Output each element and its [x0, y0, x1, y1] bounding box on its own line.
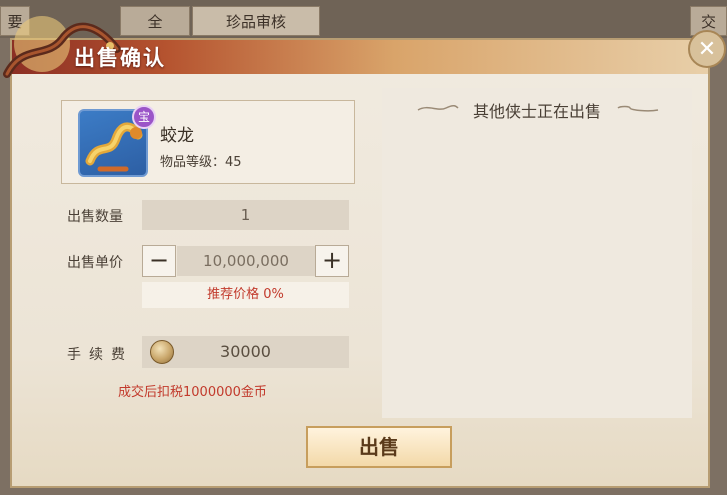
treasure-badge: 宝 — [132, 105, 156, 129]
ornament-right-icon — [617, 105, 659, 112]
recommended-price: 推荐价格 0% — [142, 282, 349, 308]
tax-note: 成交后扣税1000000金币 — [118, 385, 267, 400]
quantity-label: 出售数量 — [67, 209, 123, 225]
price-label: 出售单价 — [67, 255, 123, 271]
fee-label: 手续费 — [67, 347, 133, 363]
price-increase-button[interactable]: + — [315, 245, 349, 277]
price-field[interactable]: 10,000,000 — [177, 246, 315, 276]
sell-confirm-dialog: 出售确认 ✕ 宝 蛟龙 物品等级：45 出售数量 1 出售单价 − 10,000… — [3, 16, 726, 488]
other-sellers-panel: 其他侠士正在出售 — [382, 88, 692, 418]
item-card: 宝 蛟龙 物品等级：45 — [61, 100, 355, 184]
dialog-title: 出售确认 — [74, 45, 166, 70]
sell-button[interactable]: 出售 — [306, 426, 452, 468]
coin-icon — [150, 340, 174, 364]
close-button[interactable]: ✕ — [688, 30, 726, 68]
item-name: 蛟龙 — [160, 126, 194, 146]
tab-treasure-review[interactable]: 珍品审核 — [192, 6, 320, 36]
item-level: 物品等级：45 — [160, 155, 242, 170]
quantity-field[interactable]: 1 — [142, 200, 349, 230]
background-tab[interactable]: 全 — [120, 6, 190, 36]
price-decrease-button[interactable]: − — [142, 245, 176, 277]
